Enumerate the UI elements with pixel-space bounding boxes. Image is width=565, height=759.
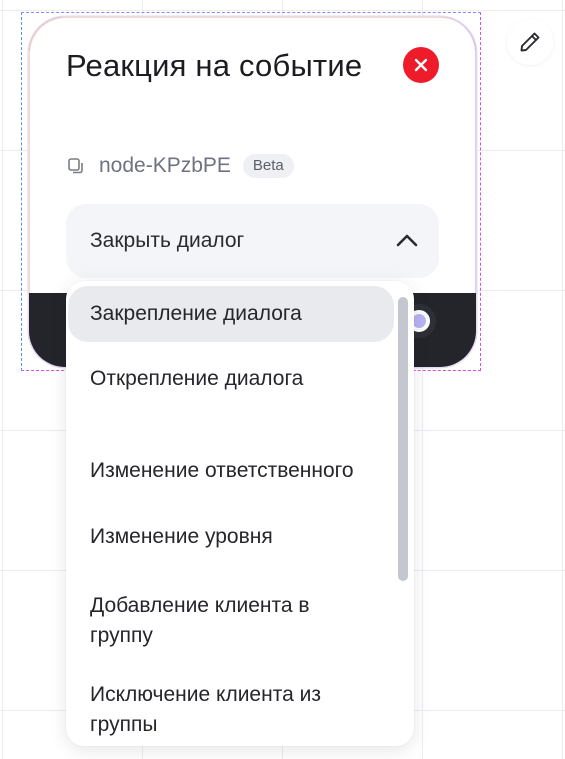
chevron-up-icon (396, 234, 418, 247)
action-select[interactable]: Закрыть диалог (66, 204, 439, 278)
node-title: Реакция на событие (66, 48, 363, 83)
node-id: node-KPzbPE (99, 154, 231, 177)
dropdown-item-add-client[interactable]: Добавление клиента в группу (68, 579, 394, 663)
dropdown-item-pin[interactable]: Закрепление диалога (68, 286, 394, 342)
dropdown-item-change-level[interactable]: Изменение уровня (68, 505, 394, 569)
pencil-icon (520, 32, 540, 52)
copy-icon[interactable] (67, 157, 85, 175)
dropdown-scrollbar[interactable] (398, 297, 408, 581)
node-id-row: node-KPzbPE Beta (67, 153, 294, 179)
action-select-value: Закрыть диалог (90, 229, 245, 252)
dropdown-item-unpin[interactable]: Открепление диалога (68, 347, 394, 411)
dropdown-item-remove-client[interactable]: Исключение клиента из группы (68, 675, 394, 745)
action-dropdown[interactable]: Закрепление диалога Открепление диалога … (66, 281, 414, 746)
close-button[interactable] (403, 47, 439, 83)
close-icon (414, 58, 428, 72)
beta-badge: Beta (242, 154, 294, 178)
edit-button[interactable] (507, 19, 553, 65)
